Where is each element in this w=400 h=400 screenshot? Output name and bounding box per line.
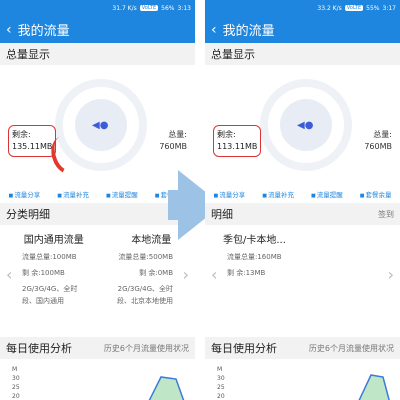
detail-section-title: 明细 签到: [205, 203, 400, 225]
right-screen: 33.2 K/s VoLTE 55% 3:17 ‹ 我的流量 总量显示 ◀● 剩…: [205, 0, 400, 400]
next-icon[interactable]: ›: [183, 265, 189, 284]
total-section-title: 总量显示: [205, 43, 400, 65]
col-national: 国内通用流量: [23, 235, 84, 246]
package-remaining: 剩 余:13MB: [227, 269, 266, 277]
clock: 3:13: [177, 4, 191, 12]
usage-gauge: ◀● 剩余: 135.11MB 总量: 760MB: [0, 65, 195, 185]
volte-badge: VoLTE: [344, 5, 364, 11]
gauge-needle-icon: ◀●: [92, 120, 109, 131]
link-share[interactable]: 流量分享: [9, 189, 40, 199]
link-reminder[interactable]: 流量提醒: [106, 189, 138, 199]
gauge-needle-icon: ◀●: [297, 120, 314, 131]
remaining-box: 剩余: 135.11MB: [8, 125, 56, 157]
remaining-box: 剩余: 113.11MB: [213, 125, 261, 157]
battery-level: 56%: [161, 4, 175, 12]
prev-icon[interactable]: ‹: [211, 265, 217, 284]
total-section-title: 总量显示: [0, 43, 195, 65]
volte-badge: VoLTE: [139, 5, 159, 11]
package-title: 季包/卡本地...: [223, 235, 286, 246]
status-bar: 33.2 K/s VoLTE 55% 3:17: [205, 0, 400, 16]
back-icon[interactable]: ‹: [211, 22, 217, 38]
page-title: 我的流量: [17, 24, 70, 39]
detail-carousel: 国内通用流量 本地流量 流量总量:100MB 流量总量:500MB 剩 余:10…: [0, 225, 195, 337]
next-icon[interactable]: ›: [388, 265, 394, 284]
app-header: ‹ 我的流量: [0, 16, 195, 43]
history-link[interactable]: 历史6个月流量使用状况: [309, 343, 394, 354]
daily-chart: M 30 25 20 15: [0, 359, 195, 400]
daily-section-title: 每日使用分析 历史6个月流量使用状况: [0, 337, 195, 359]
quick-links: 流量分享 流量补充 流量提醒 套餐余量: [0, 185, 195, 203]
daily-section-title: 每日使用分析 历史6个月流量使用状况: [205, 337, 400, 359]
page-title: 我的流量: [222, 24, 275, 39]
history-link[interactable]: 历史6个月流量使用状况: [104, 343, 189, 354]
app-header: ‹ 我的流量: [205, 16, 400, 43]
usage-line: [358, 374, 390, 400]
back-icon[interactable]: ‹: [6, 22, 12, 38]
quick-links: 流量分享 流量补充 流量提醒 套餐余量: [205, 185, 400, 203]
total-quota: 总量: 760MB: [159, 130, 187, 151]
usage-gauge: ◀● 剩余: 113.11MB 总量: 760MB: [205, 65, 400, 185]
checkin-link[interactable]: 签到: [378, 209, 394, 220]
link-topup[interactable]: 流量补充: [57, 189, 89, 199]
status-bar: 31.7 K/s VoLTE 56% 3:13: [0, 0, 195, 16]
network-speed: 31.7 K/s: [112, 4, 137, 12]
usage-line: [148, 376, 185, 400]
col-local: 本地流量: [131, 235, 172, 246]
detail-section-title: 分类明细 签到: [0, 203, 195, 225]
detail-carousel: 季包/卡本地... 流量总量:160MB 剩 余:13MB ‹ ›: [205, 225, 400, 337]
total-quota: 总量: 760MB: [364, 130, 392, 151]
daily-chart: M 30 25 20 15: [205, 359, 400, 400]
package-total: 流量总量:160MB: [227, 253, 282, 261]
left-screen: 31.7 K/s VoLTE 56% 3:13 ‹ 我的流量 总量显示 ◀● 剩…: [0, 0, 195, 400]
prev-icon[interactable]: ‹: [6, 265, 12, 284]
